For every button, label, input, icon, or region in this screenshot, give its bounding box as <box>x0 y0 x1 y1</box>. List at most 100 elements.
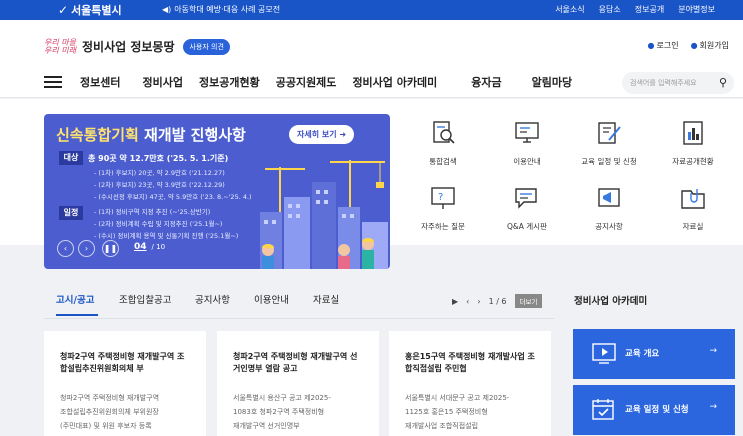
video-play-icon <box>592 343 616 364</box>
pause-icon: ❚❚ <box>103 244 118 253</box>
notice-card-line: 서울특별시 용산구 공고 제2025- <box>233 394 331 402</box>
top-link-news[interactable]: 서울소식 <box>555 4 584 15</box>
brand[interactable]: 우리 마을 우리 미래 정비사업 정보몽땅 사용자 의견 <box>44 38 230 55</box>
schedule-line-2: - (2차) 정비계획 수립 및 지정추진 ('25.1월~) <box>94 220 223 228</box>
notice-card[interactable]: 청파2구역 주택정비형 재개발구역 선거인명부 열람 공고 서울특별시 용산구 … <box>217 331 379 436</box>
notice-controls: ▶ ‹ › 1 / 6 더보기 <box>452 294 543 308</box>
notice-card[interactable]: 청파2구역 주택정비형 재개발구역 조합설립추진위원회의체 부 청파2구역 주택… <box>44 331 206 436</box>
academy-title: 정비사업 아카데미 <box>574 296 648 307</box>
tab-guide[interactable]: 이용안내 <box>254 292 289 306</box>
nav-items: 정보센터 정비사업 정보공개현황 공공지원제도 정비사업 아카데미 융자금 알림… <box>80 74 572 90</box>
active-tab-underline <box>56 314 98 316</box>
quick-link-qna[interactable]: Q&A 게시판 <box>492 185 562 232</box>
notice-card-body: 청파2구역 주택정비형 재개발구역 조합설립추진위원회의체 부위원장 (주민대표… <box>60 391 190 433</box>
hamburger-menu-icon[interactable] <box>44 76 62 88</box>
banner-title-highlight: 신속통합기획 <box>56 126 139 144</box>
target-tag: 대상 <box>59 151 83 165</box>
quick-link-disclosure[interactable]: 자료공개현황 <box>658 120 728 167</box>
arrow-right-circle-icon: ➜ <box>339 130 347 139</box>
quick-link-label: 공지사항 <box>595 222 623 231</box>
schedule-line-3: - (수시) 정비계획 용역 및 신통기획 진행 ('25.1월~) <box>94 232 239 240</box>
speaker-icon: ◀) <box>162 5 172 14</box>
seoul-logo-icon: ✓ <box>58 3 69 17</box>
banner-title-rest: 재개발 진행사항 <box>138 126 246 144</box>
feedback-button[interactable]: 사용자 의견 <box>183 38 230 55</box>
megaphone-icon <box>598 188 620 207</box>
pager-total: / 10 <box>151 243 166 251</box>
quick-link-label: 자료공개현황 <box>672 157 714 166</box>
nav-item-info-center[interactable]: 정보센터 <box>80 74 120 90</box>
nav-item-academy[interactable]: 정비사업 아카데미 <box>352 74 437 90</box>
play-icon[interactable]: ▶ <box>452 297 458 306</box>
svg-text:?: ? <box>438 192 443 203</box>
quick-link-guide[interactable]: 이용안내 <box>492 120 562 167</box>
quick-link-education[interactable]: 교육 일정 및 신청 <box>574 120 644 167</box>
chevron-right-icon[interactable]: › <box>477 297 480 306</box>
auth-links: ● 로그인 ● 회원가입 <box>647 40 729 51</box>
top-notice[interactable]: ◀) 아동학대 예방·대응 사례 공모전 <box>162 4 280 15</box>
search-icon[interactable]: ⚲ <box>719 76 727 89</box>
target-head: 총 90곳 약 12.7만호 ('25. 5. 1.기준) <box>88 154 229 163</box>
site-title: 정비사업 정보몽땅 <box>81 40 175 54</box>
notice-page-indicator: 1 / 6 <box>488 296 507 306</box>
search-input[interactable]: 검색어를 입력해주세요 ⚲ <box>622 72 734 94</box>
user-icon: ● <box>690 41 698 50</box>
quick-link-label: 통합검색 <box>429 157 457 166</box>
edit-doc-icon <box>598 122 621 144</box>
academy-item-overview[interactable]: 교육 개요 → <box>573 329 735 379</box>
quick-link-notice[interactable]: 공지사항 <box>574 185 644 232</box>
login-link[interactable]: ● 로그인 <box>647 40 678 51</box>
pager-current: 04 <box>134 242 147 252</box>
promo-banner[interactable]: 신속통합기획 재개발 진행사항 자세히 보기 ➜ 대상 총 90곳 약 12.7… <box>44 114 390 269</box>
nav-item-projects[interactable]: 정비사업 <box>142 74 182 90</box>
top-link-response[interactable]: 응답소 <box>599 4 621 15</box>
notice-card-line: 1083호 청파2구역 주택정비형 <box>233 408 325 416</box>
folder-clip-icon <box>681 189 705 209</box>
academy-item-schedule[interactable]: 교육 일정 및 신청 → <box>573 385 735 435</box>
top-links: 서울소식 응답소 정보공개 분야별정보 <box>555 4 715 15</box>
notice-card-line: 재개발사업 조합직접설립 <box>405 422 479 430</box>
calendar-check-icon <box>592 399 614 420</box>
banner-pager: 04 / 10 <box>134 242 165 252</box>
tab-bid-notices[interactable]: 조합입찰공고 <box>119 292 171 306</box>
banner-title: 신속통합기획 재개발 진행사항 <box>56 124 246 145</box>
notice-more-button[interactable]: 더보기 <box>514 294 543 308</box>
academy-item-label: 교육 개요 <box>625 349 660 359</box>
login-label: 로그인 <box>656 41 679 50</box>
banner-prev-button[interactable]: ‹ <box>57 240 74 257</box>
schedule-line-1: - (1차) 정비구역 지정 추진 (~'25.상반기) <box>94 208 211 216</box>
top-link-field-info[interactable]: 분야별정보 <box>678 4 715 15</box>
top-link-disclosure[interactable]: 정보공개 <box>635 4 664 15</box>
chevron-left-icon[interactable]: ‹ <box>466 297 469 306</box>
quick-link-faq[interactable]: ? 자주하는 질문 <box>408 185 478 232</box>
notice-card-title: 청파2구역 주택정비형 재개발구역 조합설립추진위원회의체 부 <box>60 352 185 373</box>
banner-pause-button[interactable]: ❚❚ <box>102 240 119 257</box>
nav-item-public-support[interactable]: 공공지원제도 <box>276 74 337 90</box>
tab-notices[interactable]: 공지사항 <box>195 292 230 306</box>
banner-more-label: 자세히 보기 <box>297 130 337 139</box>
notice-card-line: (주민대표) 및 위원 후보자 등록 <box>60 422 152 430</box>
nav-item-loans[interactable]: 융자금 <box>471 74 501 90</box>
banner-more-button[interactable]: 자세히 보기 ➜ <box>289 125 355 144</box>
banner-next-button[interactable]: › <box>78 240 95 257</box>
notice-card-body: 서울특별시 용산구 공고 제2025- 1083호 청파2구역 주택정비형 재개… <box>233 391 363 433</box>
quick-link-archive[interactable]: 자료실 <box>658 185 728 232</box>
city-construction-illustration <box>260 160 388 269</box>
seoul-logo[interactable]: ✓ 서울특별시 <box>58 2 122 18</box>
top-notice-text: 아동학대 예방·대응 사례 공모전 <box>174 5 281 14</box>
notice-card-line: 재개발구역 선거인명부 <box>233 422 300 430</box>
nav-item-disclosure[interactable]: 정보공개현황 <box>199 74 260 90</box>
notice-card[interactable]: 홍은15구역 주택정비형 재개발사업 조합직접설립 주민협 서울특별시 서대문구… <box>389 331 551 436</box>
quick-link-label: 자료실 <box>682 222 704 231</box>
tab-announcements[interactable]: 고시/공고 <box>56 292 94 306</box>
seoul-site-name: 서울특별시 <box>71 4 122 17</box>
site-header: 우리 마을 우리 미래 정비사업 정보몽땅 사용자 의견 ● 로그인 ● 회원가입 <box>0 20 743 68</box>
signup-link[interactable]: ● 회원가입 <box>691 40 729 51</box>
search-doc-icon <box>433 121 455 144</box>
quick-link-search[interactable]: 통합검색 <box>408 120 478 167</box>
arrow-right-icon: → <box>709 402 717 412</box>
target-line-1: - (1차) 후보지) 20곳, 약 2.9만호 ('21.12.27) <box>94 169 225 177</box>
main-nav: 정보센터 정비사업 정보공개현황 공공지원제도 정비사업 아카데미 융자금 알림… <box>0 68 743 98</box>
tab-archive[interactable]: 자료실 <box>313 292 339 306</box>
nav-item-notices[interactable]: 알림마당 <box>532 74 572 90</box>
